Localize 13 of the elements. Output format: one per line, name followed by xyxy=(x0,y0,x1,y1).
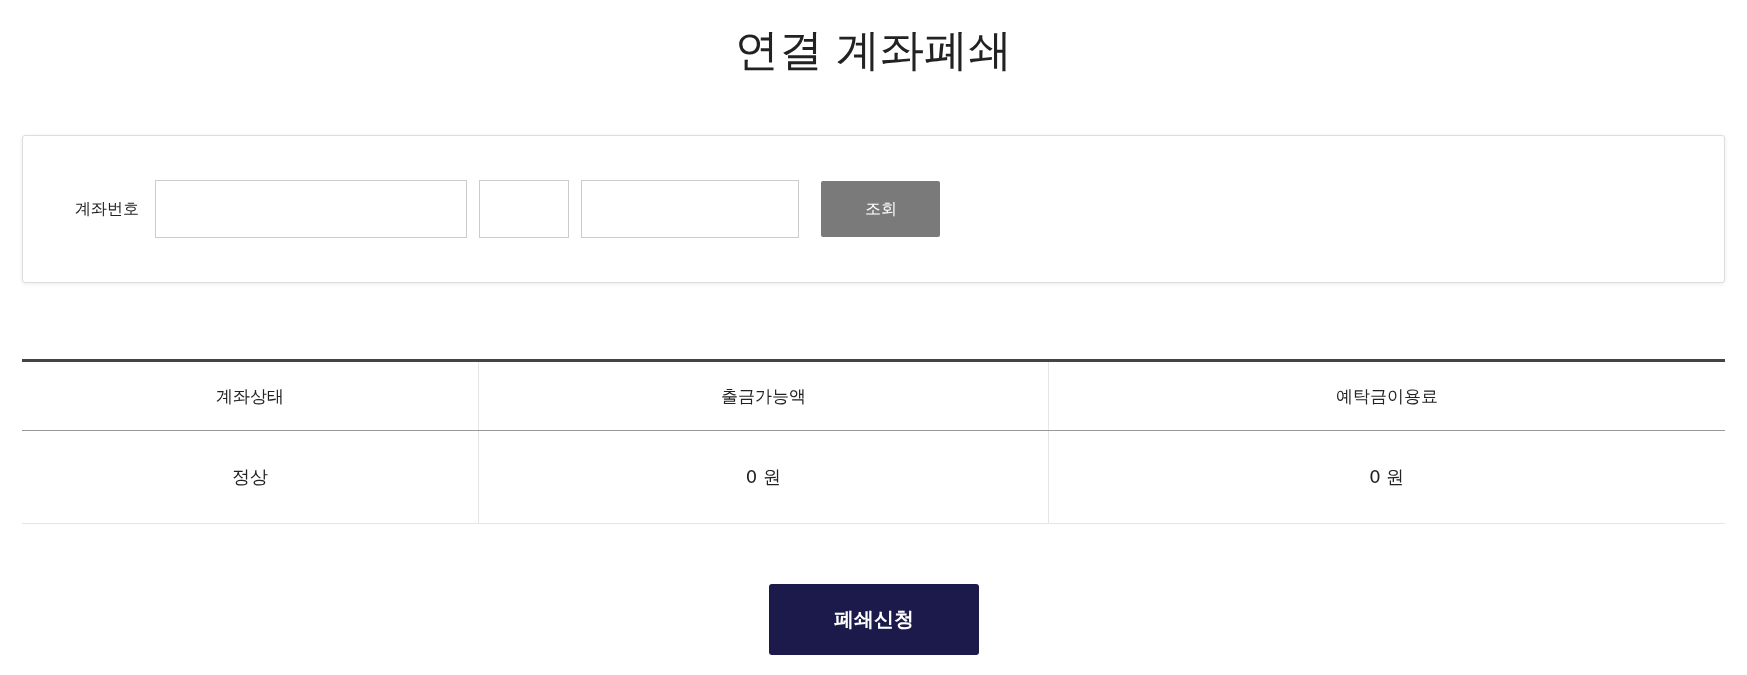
field-label: 계좌번호 xyxy=(75,198,139,220)
page-title: 연결 계좌폐쇄 xyxy=(733,23,1014,77)
column-header: 출금가능액 xyxy=(478,360,1049,431)
table-cell: 0 원 xyxy=(478,430,1049,524)
account-number-field[interactable] xyxy=(581,180,799,238)
account-number-field[interactable] xyxy=(479,180,569,238)
close-account-button[interactable]: 폐쇄신청 xyxy=(768,584,979,655)
table-cell: 0 원 xyxy=(1048,430,1725,524)
search-button[interactable]: 조회 xyxy=(821,181,940,237)
table-cell: 정상 xyxy=(22,430,479,524)
column-header: 예탁금이용료 xyxy=(1048,360,1725,431)
account-number-field[interactable] xyxy=(155,180,467,238)
column-header: 계좌상태 xyxy=(22,360,479,431)
